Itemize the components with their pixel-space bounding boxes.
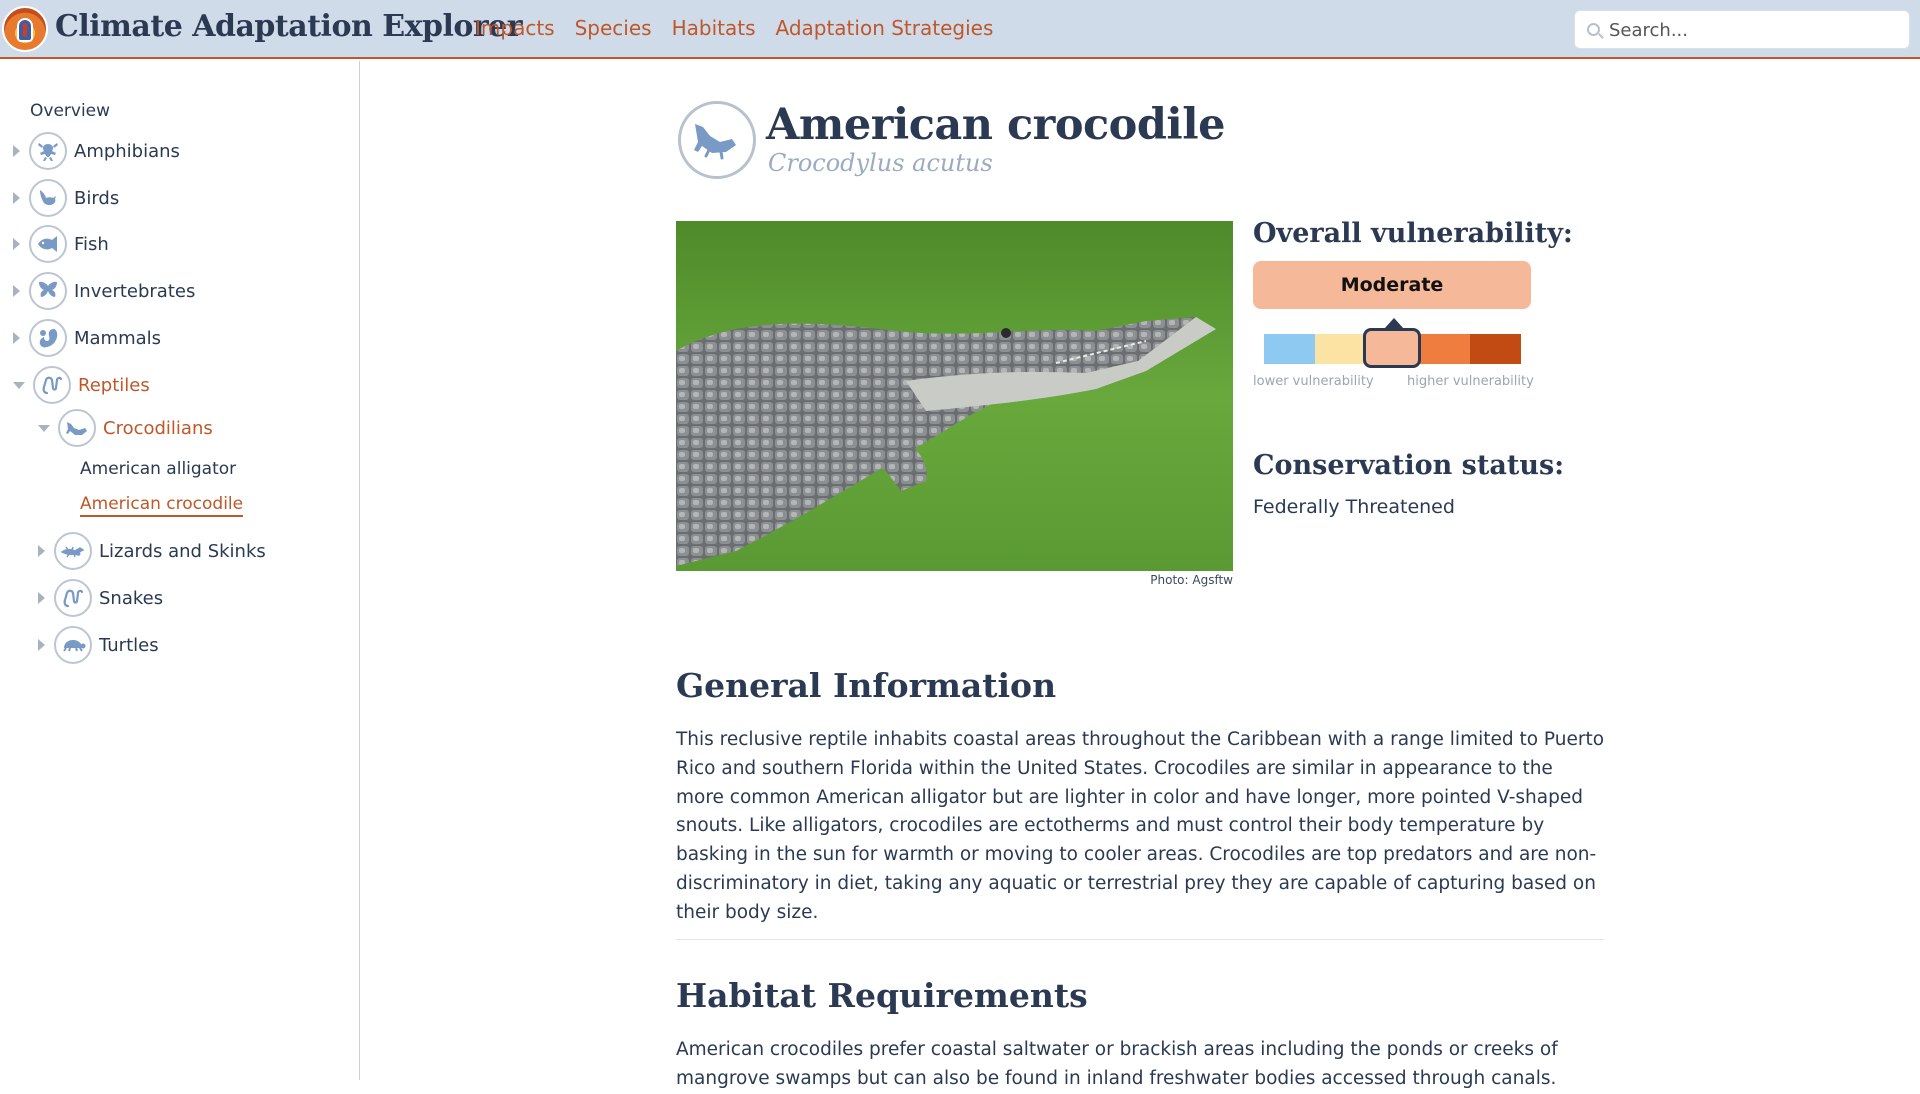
- chevron-right-icon[interactable]: [38, 639, 45, 651]
- vulnerability-marker: [1363, 318, 1421, 368]
- frog-icon: [29, 132, 67, 170]
- chevron-right-icon[interactable]: [38, 545, 45, 557]
- main-nav: Impacts Species Habitats Adaptation Stra…: [475, 16, 993, 40]
- sidebar: Overview Amphibians Birds Fish Invertebr…: [0, 61, 360, 1080]
- photo-credit: Photo: Agsftw: [1150, 573, 1233, 587]
- sidebar-item-label: Mammals: [74, 327, 162, 349]
- sidebar-item-label: Amphibians: [74, 140, 180, 162]
- sidebar-item-birds[interactable]: Birds: [13, 178, 119, 218]
- sidebar-item-overview[interactable]: Overview: [30, 101, 110, 121]
- sidebar-item-lizards-and-skinks[interactable]: Lizards and Skinks: [38, 531, 266, 571]
- sidebar-item-label: Birds: [74, 187, 120, 209]
- section-divider: [676, 939, 1604, 940]
- section-heading-general-information: General Information: [676, 666, 1057, 705]
- section-body-general-information: This reclusive reptile inhabits coastal …: [676, 729, 1605, 923]
- app-logo-icon[interactable]: [2, 6, 48, 52]
- sidebar-item-american-alligator[interactable]: American alligator: [80, 459, 236, 479]
- species-scientific-name: Crocodylus acutus: [768, 149, 993, 177]
- snake-icon: [33, 366, 71, 404]
- nav-habitats[interactable]: Habitats: [672, 16, 756, 40]
- squirrel-icon: [29, 319, 67, 357]
- crocodile-icon: [58, 409, 96, 447]
- sidebar-item-reptiles[interactable]: Reptiles: [13, 365, 150, 405]
- sidebar-item-snakes[interactable]: Snakes: [38, 578, 163, 618]
- search-box: [1574, 10, 1910, 49]
- search-input[interactable]: [1609, 16, 1899, 44]
- bird-icon: [29, 179, 67, 217]
- chevron-right-icon[interactable]: [38, 592, 45, 604]
- chevron-right-icon[interactable]: [13, 285, 20, 297]
- nav-species[interactable]: Species: [575, 16, 652, 40]
- scale-segment-1: [1264, 334, 1316, 364]
- sidebar-item-label: Reptiles: [78, 374, 150, 396]
- sidebar-item-american-crocodile[interactable]: American crocodile: [80, 494, 244, 517]
- sidebar-item-crocodilians[interactable]: Crocodilians: [38, 408, 213, 448]
- species-photo[interactable]: [676, 221, 1233, 571]
- sidebar-item-turtles[interactable]: Turtles: [38, 625, 159, 665]
- fish-icon: [29, 225, 67, 263]
- conservation-title: Conservation status:: [1253, 450, 1565, 481]
- search-icon: [1587, 23, 1600, 36]
- scale-high-label: higher vulnerability: [1407, 374, 1534, 389]
- crocodile-icon: [678, 101, 756, 179]
- scale-segment-5: [1469, 334, 1522, 364]
- chevron-right-icon[interactable]: [13, 332, 20, 344]
- section-heading-habitat-requirements: Habitat Requirements: [676, 976, 1088, 1015]
- section-body-habitat-requirements: American crocodiles prefer coastal saltw…: [676, 1039, 1558, 1089]
- sidebar-item-label: Lizards and Skinks: [99, 540, 266, 562]
- snake-icon: [54, 579, 92, 617]
- turtle-icon: [54, 626, 92, 664]
- sidebar-item-invertebrates[interactable]: Invertebrates: [13, 271, 195, 311]
- scale-segment-2: [1315, 334, 1367, 364]
- chevron-right-icon[interactable]: [13, 145, 20, 157]
- sidebar-item-label: Snakes: [99, 587, 164, 609]
- sidebar-item-label: Turtles: [99, 634, 159, 656]
- sidebar-item-label: Fish: [74, 233, 109, 255]
- sidebar-item-label: Invertebrates: [74, 280, 196, 302]
- butterfly-icon: [29, 272, 67, 310]
- top-bar: Climate Adaptation Explorer Impacts Spec…: [0, 0, 1920, 59]
- species-common-name: American crocodile: [766, 100, 1225, 150]
- nav-impacts[interactable]: Impacts: [475, 16, 555, 40]
- chevron-right-icon[interactable]: [13, 192, 20, 204]
- vulnerability-badge: Moderate: [1253, 261, 1531, 309]
- sidebar-item-mammals[interactable]: Mammals: [13, 318, 161, 358]
- sidebar-item-fish[interactable]: Fish: [13, 224, 109, 264]
- scale-segment-4: [1418, 334, 1470, 364]
- chevron-down-icon[interactable]: [13, 381, 25, 389]
- sidebar-item-label: Crocodilians: [103, 417, 213, 439]
- scale-low-label: lower vulnerability: [1253, 374, 1374, 389]
- conservation-status: Federally Threatened: [1253, 496, 1455, 518]
- chevron-down-icon[interactable]: [38, 424, 50, 432]
- nav-adaptation-strategies[interactable]: Adaptation Strategies: [775, 16, 993, 40]
- chevron-right-icon[interactable]: [13, 238, 20, 250]
- lizard-icon: [54, 532, 92, 570]
- app-title[interactable]: Climate Adaptation Explorer: [55, 9, 523, 44]
- sidebar-item-amphibians[interactable]: Amphibians: [13, 131, 180, 171]
- vulnerability-title: Overall vulnerability:: [1253, 218, 1573, 249]
